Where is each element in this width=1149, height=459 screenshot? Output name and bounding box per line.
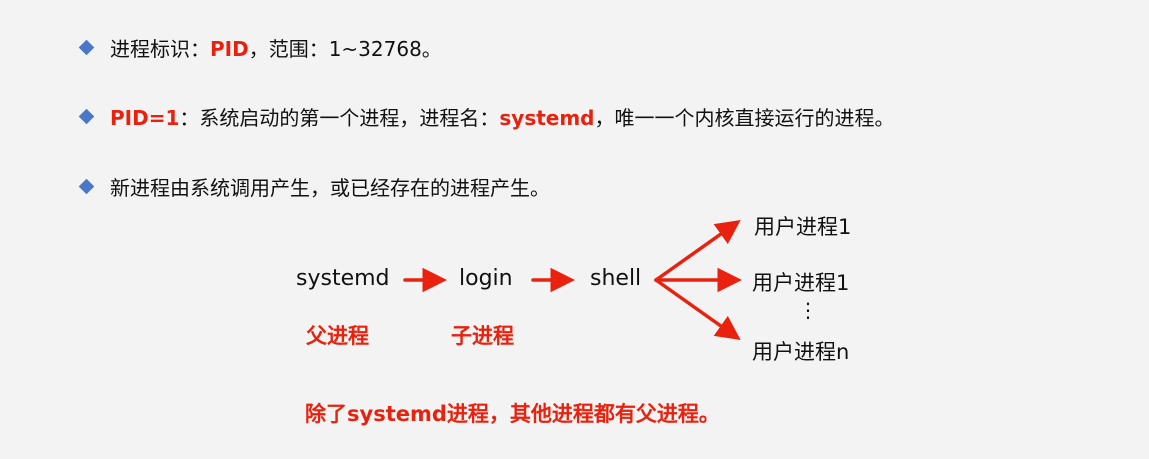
ellipsis-vertical: ⋮	[798, 298, 818, 322]
footnote-parent-rule: 除了systemd进程，其他进程都有父进程。	[305, 402, 720, 426]
node-user-process-1: 用户进程1	[754, 215, 852, 239]
arrow-shell-usern	[654, 278, 741, 341]
node-systemd: systemd	[296, 266, 390, 291]
node-user-process-2: 用户进程1	[752, 271, 850, 295]
node-user-process-n: 用户进程n	[752, 340, 850, 364]
node-shell: shell	[590, 266, 642, 291]
node-login: login	[459, 266, 513, 291]
label-parent-process: 父进程	[306, 324, 369, 348]
label-child-process: 子进程	[451, 324, 514, 348]
arrow-shell-user1	[654, 219, 741, 282]
process-tree-arrows	[403, 219, 742, 341]
